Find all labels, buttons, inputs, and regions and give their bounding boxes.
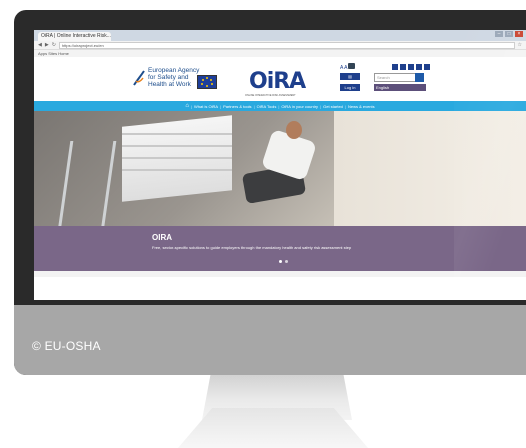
blind-slat: [122, 133, 232, 135]
home-icon[interactable]: ⌂: [185, 103, 189, 109]
forward-icon[interactable]: ▶: [45, 42, 49, 48]
close-icon[interactable]: ×: [515, 31, 523, 37]
oira-tagline: ONLINE INTERACTIVE RISK ASSESSMENT: [245, 94, 296, 97]
oira-logo[interactable]: OiRA: [249, 69, 306, 94]
hero-ladder: [57, 141, 117, 226]
youtube-icon[interactable]: [416, 64, 422, 70]
twitter-icon[interactable]: [400, 64, 406, 70]
copyright-text: © EU-OSHA: [32, 339, 101, 353]
nav-item[interactable]: Get started: [323, 104, 343, 109]
hero-text: Free, sector-specific solutions to guide…: [152, 245, 352, 250]
agency-logo-icon[interactable]: [132, 69, 146, 87]
monitor-screen: OiRA | Online Interactive Risk... – □ × …: [34, 30, 526, 300]
nav-item[interactable]: News & events: [348, 104, 375, 109]
url-input[interactable]: https://oiraproject.eu/en: [58, 41, 515, 49]
page-below-fold: [34, 271, 526, 277]
social-links: [392, 64, 430, 70]
hero-caption: OIRA Free, sector-specific solutions to …: [34, 226, 526, 271]
nav-item[interactable]: Partners & tools: [223, 104, 251, 109]
oira-logo-text: OiRA: [249, 69, 306, 94]
site-header: European Agency for Safety and Health at…: [34, 57, 526, 101]
search-input[interactable]: Search: [374, 73, 418, 82]
carousel-dot[interactable]: [285, 260, 288, 263]
maximize-icon[interactable]: □: [505, 31, 513, 37]
blind-slat: [122, 157, 232, 159]
star-icon[interactable]: ☆: [518, 42, 522, 48]
hero-image[interactable]: [34, 111, 526, 226]
carousel-dots: [279, 260, 288, 263]
browser-tab-bar: OiRA | Online Interactive Risk... – □ ×: [34, 30, 526, 41]
hero-worker-head: [286, 121, 302, 139]
window-controls: – □ ×: [495, 31, 523, 37]
bookmarks-bar[interactable]: Apps Sites Home: [34, 50, 526, 57]
carousel-dot[interactable]: [279, 260, 282, 263]
hero-title: OIRA: [152, 233, 172, 242]
nav-item[interactable]: What is OiRA: [194, 104, 218, 109]
minimize-icon[interactable]: –: [495, 31, 503, 37]
nav-item[interactable]: OiRA in your country: [281, 104, 318, 109]
facebook-icon[interactable]: [392, 64, 398, 70]
print-icon[interactable]: [348, 63, 355, 69]
monitor: OiRA | Online Interactive Risk... – □ × …: [14, 10, 526, 375]
eu-flag-icon: [197, 75, 217, 89]
reload-icon[interactable]: ↻: [52, 42, 56, 48]
rss-button[interactable]: ▤: [340, 73, 360, 80]
main-nav: ⌂ | What is OiRA | Partners & tools | OiRA …: [34, 101, 526, 111]
address-bar: ◀ ▶ ↻ https://oiraproject.eu/en ☆: [34, 41, 526, 50]
login-button[interactable]: Log in: [340, 84, 360, 91]
search-button[interactable]: [415, 73, 424, 82]
monitor-chin: © EU-OSHA: [14, 305, 526, 375]
browser-tab[interactable]: OiRA | Online Interactive Risk...: [38, 32, 111, 41]
text-size-tools[interactable]: A A: [340, 65, 348, 71]
nav-item[interactable]: OiRA Tools: [257, 104, 277, 109]
blind-slat: [122, 169, 232, 171]
back-icon[interactable]: ◀: [38, 42, 42, 48]
rss-icon[interactable]: [424, 64, 430, 70]
linkedin-icon[interactable]: [408, 64, 414, 70]
blind-slat: [122, 145, 232, 147]
hero-wall: [334, 111, 526, 226]
language-select[interactable]: English: [374, 84, 426, 91]
